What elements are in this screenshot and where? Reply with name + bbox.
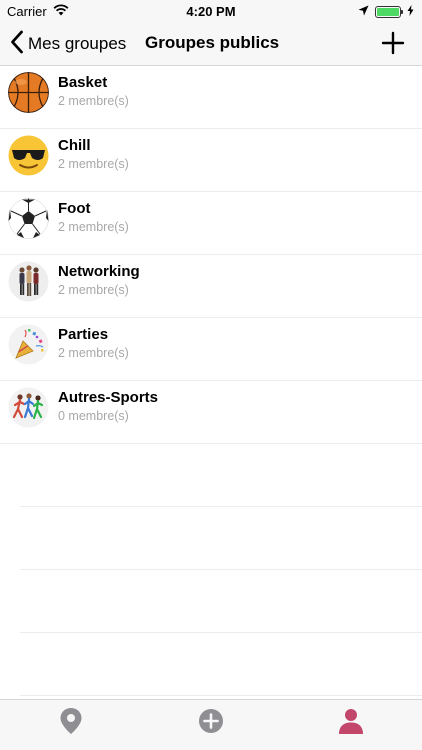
status-bar: Carrier 4:20 PM bbox=[0, 0, 422, 22]
soccer-ball-icon bbox=[8, 198, 49, 239]
add-circle-icon bbox=[199, 709, 223, 733]
group-member-count: 0 membre(s) bbox=[58, 409, 129, 423]
tab-map[interactable] bbox=[56, 706, 86, 736]
tab-profile[interactable] bbox=[336, 706, 366, 736]
group-list: Basket 2 membre(s) Chill 2 membre(s) Foo… bbox=[0, 66, 422, 696]
back-button[interactable]: Mes groupes bbox=[10, 30, 126, 58]
party-popper-icon bbox=[8, 324, 49, 365]
list-item[interactable]: Networking 2 membre(s) bbox=[0, 255, 422, 318]
group-member-count: 2 membre(s) bbox=[58, 157, 129, 171]
group-name: Basket bbox=[58, 74, 108, 91]
profile-icon bbox=[339, 709, 363, 734]
sunglasses-emoji-icon bbox=[8, 135, 49, 176]
chevron-left-icon bbox=[10, 30, 24, 59]
group-member-count: 2 membre(s) bbox=[58, 346, 129, 360]
plus-icon bbox=[381, 31, 405, 55]
list-item[interactable]: Autres-Sports 0 membre(s) bbox=[0, 381, 422, 444]
list-item[interactable]: Basket 2 membre(s) bbox=[0, 66, 422, 129]
battery-fill bbox=[377, 7, 399, 16]
charging-icon bbox=[407, 4, 414, 19]
group-name: Foot bbox=[58, 200, 91, 217]
group-name: Networking bbox=[58, 263, 140, 280]
empty-row bbox=[20, 444, 422, 507]
group-member-count: 2 membre(s) bbox=[58, 220, 129, 234]
empty-row bbox=[20, 570, 422, 633]
battery-icon bbox=[375, 5, 403, 18]
list-item[interactable]: Chill 2 membre(s) bbox=[0, 129, 422, 192]
group-name: Parties bbox=[58, 326, 109, 343]
empty-row bbox=[20, 633, 422, 696]
status-right bbox=[358, 4, 414, 19]
group-name: Autres-Sports bbox=[58, 389, 159, 406]
empty-row bbox=[20, 507, 422, 570]
list-item[interactable]: Parties 2 membre(s) bbox=[0, 318, 422, 381]
list-item[interactable]: Foot 2 membre(s) bbox=[0, 192, 422, 255]
tab-bar bbox=[0, 699, 422, 750]
location-arrow-icon bbox=[358, 4, 369, 19]
group-member-count: 2 membre(s) bbox=[58, 94, 129, 108]
location-pin-icon bbox=[60, 708, 82, 734]
page-title: Groupes publics bbox=[145, 33, 280, 52]
people-standing-icon bbox=[8, 261, 49, 302]
group-name: Chill bbox=[58, 137, 91, 154]
runners-icon bbox=[8, 387, 49, 428]
group-member-count: 2 membre(s) bbox=[58, 283, 129, 297]
basketball-icon bbox=[8, 72, 49, 113]
tab-create[interactable] bbox=[196, 706, 226, 736]
back-button-label: Mes groupes bbox=[28, 34, 127, 53]
navigation-bar: Mes groupes Groupes publics bbox=[0, 22, 422, 66]
add-group-button[interactable] bbox=[380, 30, 406, 56]
